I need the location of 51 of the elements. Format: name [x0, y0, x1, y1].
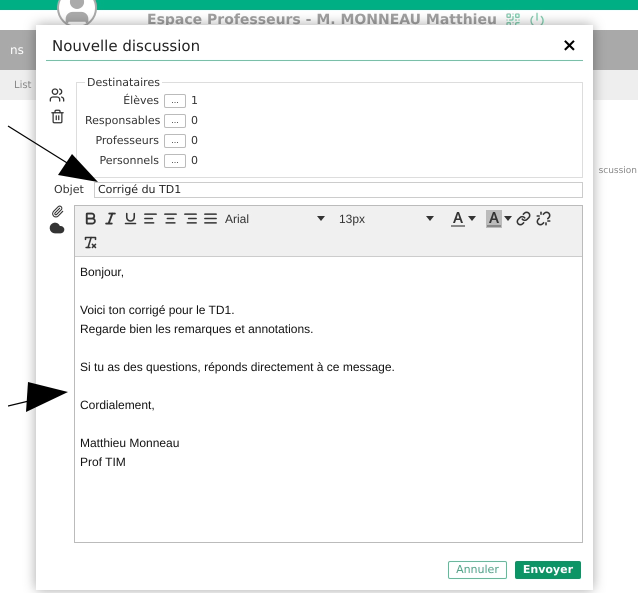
- message-line: Regarde bien les remarques et annotations.: [80, 320, 314, 338]
- unlink-button[interactable]: [534, 208, 552, 228]
- recipient-count: 0: [191, 132, 198, 149]
- justify-icon: [202, 211, 218, 226]
- page-title: Espace Professeurs - M. MONNEAU Matthieu: [147, 10, 497, 30]
- recipient-label: Élèves: [122, 92, 159, 109]
- recipient-label: Professeurs: [94, 132, 159, 149]
- recipient-label: Personnels: [98, 152, 159, 169]
- caret-icon: [504, 216, 512, 221]
- underline-icon: [122, 211, 138, 226]
- size-dropdown[interactable]: 13px: [339, 210, 434, 228]
- recipient-count: 1: [191, 92, 198, 109]
- send-button[interactable]: Envoyer: [514, 560, 581, 578]
- align-center-icon: [162, 211, 178, 226]
- paperclip-icon[interactable]: [50, 204, 64, 218]
- italic-icon: [102, 211, 118, 226]
- message-line: Si tu as des questions, réponds directement à ce message.: [80, 358, 395, 376]
- subject-label: Objet: [53, 182, 85, 198]
- close-button[interactable]: ×: [562, 37, 577, 56]
- recipient-label: Responsables: [85, 112, 159, 129]
- unlink-icon: [536, 211, 550, 226]
- arrow: [8, 380, 70, 412]
- trash-icon[interactable]: [50, 108, 64, 124]
- link-icon: [516, 211, 530, 226]
- clear-format-icon: [82, 235, 98, 250]
- caret-icon: [468, 216, 476, 221]
- align-right-icon: [182, 211, 198, 226]
- text-color-icon[interactable]: [450, 210, 466, 228]
- message-line: Cordialement,: [80, 396, 155, 414]
- caret-icon: [426, 216, 434, 221]
- message-line: Bonjour,: [80, 264, 124, 280]
- caret-icon: [317, 216, 325, 221]
- people-icon[interactable]: [49, 86, 65, 102]
- message-line: Matthieu Monneau: [80, 434, 180, 452]
- pick-button[interactable]: ...: [164, 114, 186, 128]
- subject-field[interactable]: Corrigé du TD1: [94, 182, 583, 198]
- pick-button[interactable]: ...: [164, 94, 186, 108]
- pick-button[interactable]: ...: [164, 134, 186, 148]
- highlight-color-icon[interactable]: [486, 210, 502, 228]
- side-label: scussion: [598, 165, 637, 178]
- link-button[interactable]: [514, 208, 532, 228]
- dialog-title: Nouvelle discussion: [52, 36, 200, 57]
- message-line: Voici ton corrigé pour le TD1.: [80, 302, 235, 318]
- cloud-icon[interactable]: [49, 220, 65, 236]
- recipient-count: 0: [191, 152, 198, 169]
- align-left-icon: [142, 211, 158, 226]
- recipients-legend: Destinataires: [85, 74, 162, 91]
- recipient-count: 0: [191, 112, 198, 129]
- font-dropdown[interactable]: Arial: [225, 210, 325, 228]
- pick-button[interactable]: ...: [164, 154, 186, 168]
- message-line: Prof TIM: [80, 454, 126, 470]
